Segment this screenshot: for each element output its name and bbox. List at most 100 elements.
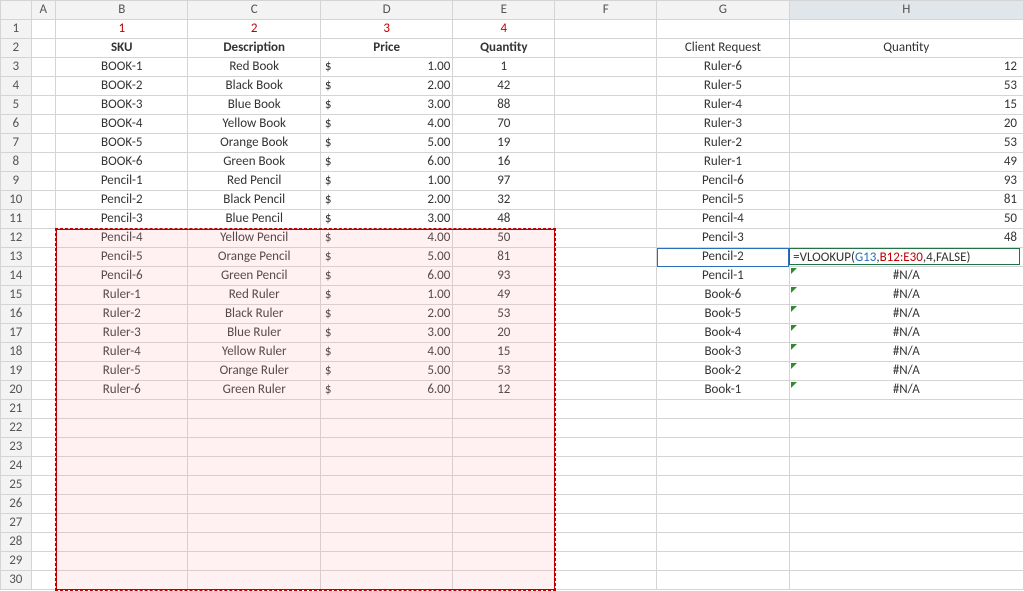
cell-H15[interactable]: #N/A	[789, 286, 1023, 305]
cell-F8[interactable]	[555, 153, 657, 172]
cell-F28[interactable]	[555, 533, 657, 552]
cell-F9[interactable]	[555, 172, 657, 191]
cell-F4[interactable]	[555, 77, 657, 96]
cell-C5[interactable]: Blue Book	[188, 96, 320, 115]
cell-D27[interactable]	[320, 514, 452, 533]
cell-B11[interactable]: Pencil-3	[56, 210, 188, 229]
cell-E17[interactable]: 20	[453, 324, 555, 343]
cell-B21[interactable]	[56, 400, 188, 419]
cell-G12[interactable]: Pencil-3	[657, 229, 789, 248]
cell-F13[interactable]	[555, 248, 657, 267]
cell-F19[interactable]	[555, 362, 657, 381]
cell-F22[interactable]	[555, 419, 657, 438]
cell-A8[interactable]	[31, 153, 55, 172]
cell-G25[interactable]	[657, 476, 789, 495]
grid[interactable]: A B C D E F G H 112342SKUDescriptionPric…	[0, 0, 1024, 590]
cell-D14[interactable]: $6.00	[320, 267, 452, 286]
cell-A28[interactable]	[31, 533, 55, 552]
cell-B22[interactable]	[56, 419, 188, 438]
cell-B27[interactable]	[56, 514, 188, 533]
cell-C1[interactable]: 2	[188, 20, 320, 39]
cell-G20[interactable]: Book-1	[657, 381, 789, 400]
cell-A4[interactable]	[31, 77, 55, 96]
cell-C14[interactable]: Green Pencil	[188, 267, 320, 286]
row-header-15[interactable]: 15	[1, 286, 32, 305]
cell-B28[interactable]	[56, 533, 188, 552]
cell-F30[interactable]	[555, 571, 657, 590]
cell-H12[interactable]: 48	[789, 229, 1023, 248]
cell-D6[interactable]: $4.00	[320, 115, 452, 134]
cell-E3[interactable]: 1	[453, 58, 555, 77]
cell-C21[interactable]	[188, 400, 320, 419]
cell-F11[interactable]	[555, 210, 657, 229]
cell-E19[interactable]: 53	[453, 362, 555, 381]
cell-D13[interactable]: $5.00	[320, 248, 452, 267]
cell-G19[interactable]: Book-2	[657, 362, 789, 381]
row-header-11[interactable]: 11	[1, 210, 32, 229]
col-header-A[interactable]: A	[31, 1, 55, 20]
row-header-20[interactable]: 20	[1, 381, 32, 400]
row-header-30[interactable]: 30	[1, 571, 32, 590]
cell-D29[interactable]	[320, 552, 452, 571]
col-header-F[interactable]: F	[555, 1, 657, 20]
row-header-16[interactable]: 16	[1, 305, 32, 324]
cell-E28[interactable]	[453, 533, 555, 552]
cell-F14[interactable]	[555, 267, 657, 286]
cell-E25[interactable]	[453, 476, 555, 495]
row-header-9[interactable]: 9	[1, 172, 32, 191]
cell-A18[interactable]	[31, 343, 55, 362]
cell-E1[interactable]: 4	[453, 20, 555, 39]
cell-E2[interactable]: Quantity	[453, 39, 555, 58]
cell-G26[interactable]	[657, 495, 789, 514]
cell-H3[interactable]: 12	[789, 58, 1023, 77]
cell-C2[interactable]: Description	[188, 39, 320, 58]
cell-E23[interactable]	[453, 438, 555, 457]
cell-G23[interactable]	[657, 438, 789, 457]
cell-G29[interactable]	[657, 552, 789, 571]
cell-B24[interactable]	[56, 457, 188, 476]
cell-G24[interactable]	[657, 457, 789, 476]
cell-C3[interactable]: Red Book	[188, 58, 320, 77]
cell-B20[interactable]: Ruler-6	[56, 381, 188, 400]
cell-B18[interactable]: Ruler-4	[56, 343, 188, 362]
cell-F15[interactable]	[555, 286, 657, 305]
cell-G16[interactable]: Book-5	[657, 305, 789, 324]
cell-F12[interactable]	[555, 229, 657, 248]
row-header-7[interactable]: 7	[1, 134, 32, 153]
cell-H28[interactable]	[789, 533, 1023, 552]
cell-G9[interactable]: Pencil-6	[657, 172, 789, 191]
cell-D10[interactable]: $2.00	[320, 191, 452, 210]
cell-C22[interactable]	[188, 419, 320, 438]
cell-C26[interactable]	[188, 495, 320, 514]
cell-F3[interactable]	[555, 58, 657, 77]
cell-G2[interactable]: Client Request	[657, 39, 789, 58]
cell-F24[interactable]	[555, 457, 657, 476]
cell-B10[interactable]: Pencil-2	[56, 191, 188, 210]
cell-H24[interactable]	[789, 457, 1023, 476]
cell-B30[interactable]	[56, 571, 188, 590]
cell-E20[interactable]: 12	[453, 381, 555, 400]
cell-E27[interactable]	[453, 514, 555, 533]
cell-A27[interactable]	[31, 514, 55, 533]
row-header-18[interactable]: 18	[1, 343, 32, 362]
cell-D1[interactable]: 3	[320, 20, 452, 39]
cell-D3[interactable]: $1.00	[320, 58, 452, 77]
cell-G8[interactable]: Ruler-1	[657, 153, 789, 172]
cell-B23[interactable]	[56, 438, 188, 457]
cell-C9[interactable]: Red Pencil	[188, 172, 320, 191]
row-header-12[interactable]: 12	[1, 229, 32, 248]
cell-F5[interactable]	[555, 96, 657, 115]
cell-B29[interactable]	[56, 552, 188, 571]
cell-E6[interactable]: 70	[453, 115, 555, 134]
cell-A21[interactable]	[31, 400, 55, 419]
cell-H1[interactable]	[789, 20, 1023, 39]
cell-H26[interactable]	[789, 495, 1023, 514]
cell-G28[interactable]	[657, 533, 789, 552]
cell-H4[interactable]: 53	[789, 77, 1023, 96]
cell-H7[interactable]: 53	[789, 134, 1023, 153]
cell-D26[interactable]	[320, 495, 452, 514]
col-header-E[interactable]: E	[453, 1, 555, 20]
cell-C28[interactable]	[188, 533, 320, 552]
row-header-14[interactable]: 14	[1, 267, 32, 286]
spreadsheet[interactable]: A B C D E F G H 112342SKUDescriptionPric…	[0, 0, 1024, 590]
